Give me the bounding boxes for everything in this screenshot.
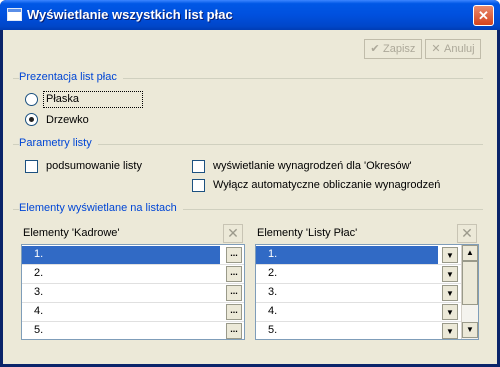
- summary-label[interactable]: podsumowanie listy: [46, 160, 142, 172]
- delete-icon: ✕: [461, 225, 473, 241]
- row-browse-button[interactable]: ...: [226, 323, 242, 339]
- row-number: 5.: [268, 324, 278, 336]
- row-browse-button[interactable]: ...: [226, 285, 242, 301]
- row-dropdown-button[interactable]: ▼: [442, 266, 458, 282]
- dialog-window: Wyświetlanie wszystkich list płac ✕ ✔ Zap…: [0, 0, 500, 367]
- window-icon: [7, 8, 22, 21]
- close-button[interactable]: ✕: [473, 5, 494, 26]
- table-row[interactable]: 5.: [256, 322, 438, 339]
- row-number: 2.: [268, 267, 278, 279]
- table-row[interactable]: 1.: [22, 246, 220, 264]
- auto-calc-checkbox[interactable]: [192, 179, 205, 192]
- elements-group-label: Elementy wyświetlane na listach: [19, 202, 183, 214]
- cancel-button[interactable]: ✕ Anuluj: [425, 39, 481, 59]
- row-dropdown-button[interactable]: ▼: [442, 323, 458, 339]
- payroll-elements-title: Elementy 'Listy Płac': [257, 227, 358, 239]
- row-browse-button[interactable]: ...: [226, 266, 242, 282]
- flat-radio[interactable]: [25, 93, 38, 106]
- row-number: 3.: [34, 286, 44, 298]
- table-row[interactable]: 1.: [256, 246, 438, 264]
- row-dropdown-button[interactable]: ▼: [442, 285, 458, 301]
- scroll-thumb[interactable]: [462, 261, 478, 305]
- payroll-scrollbar[interactable]: ▲ ▼: [461, 245, 478, 339]
- row-dropdown-button[interactable]: ▼: [442, 247, 458, 263]
- row-number: 4.: [268, 305, 278, 317]
- payroll-elements-grid[interactable]: 1. ▼ 2. ▼ 3. ▼ 4. ▼ 5. ▼ 6. ▲ ▼: [255, 244, 479, 340]
- row-number: 1.: [268, 248, 278, 260]
- row-number: 3.: [268, 286, 278, 298]
- row-number: 2.: [34, 267, 44, 279]
- table-row[interactable]: 4.: [22, 303, 220, 321]
- table-row[interactable]: 3.: [22, 284, 220, 302]
- table-row[interactable]: 2.: [256, 265, 438, 283]
- params-group-label: Parametry listy: [19, 137, 98, 149]
- tree-radio-label[interactable]: Drzewko: [46, 114, 89, 126]
- table-row[interactable]: 4.: [256, 303, 438, 321]
- presentation-group-label: Prezentacja list płac: [19, 71, 123, 83]
- row-number: 4.: [34, 305, 44, 317]
- periods-checkbox[interactable]: [192, 160, 205, 173]
- tree-radio[interactable]: [25, 113, 38, 126]
- row-number: 1.: [34, 248, 44, 260]
- summary-checkbox[interactable]: [25, 160, 38, 173]
- cancel-label: Anuluj: [444, 43, 475, 55]
- row-number: 5.: [34, 324, 44, 336]
- delete-icon: ✕: [227, 225, 239, 241]
- row-browse-button[interactable]: ...: [226, 304, 242, 320]
- scroll-down-arrow[interactable]: ▼: [462, 322, 478, 338]
- table-row[interactable]: 3.: [256, 284, 438, 302]
- payroll-delete-button[interactable]: ✕: [457, 224, 477, 243]
- auto-calc-label[interactable]: Wyłącz automatyczne obliczanie wynagrodz…: [213, 179, 440, 191]
- scroll-up-arrow[interactable]: ▲: [462, 245, 478, 261]
- flat-radio-label[interactable]: Płaska: [46, 93, 79, 105]
- periods-label[interactable]: wyświetlanie wynagrodzeń dla 'Okresów': [213, 160, 412, 172]
- table-row[interactable]: 5.: [22, 322, 220, 339]
- table-row[interactable]: 2.: [22, 265, 220, 283]
- dialog-body: ✔ Zapisz ✕ Anuluj Prezentacja list płac Pł…: [3, 30, 497, 364]
- hr-delete-button[interactable]: ✕: [223, 224, 243, 243]
- row-browse-button[interactable]: ...: [226, 247, 242, 263]
- hr-elements-grid[interactable]: 1. ... 2. ... 3. ... 4. ... 5. ...: [21, 244, 245, 340]
- save-label: Zapisz: [383, 43, 416, 55]
- row-dropdown-button[interactable]: ▼: [442, 304, 458, 320]
- hr-elements-title: Elementy 'Kadrowe': [23, 227, 120, 239]
- window-title: Wyświetlanie wszystkich list płac: [27, 7, 233, 22]
- save-button[interactable]: ✔ Zapisz: [364, 39, 422, 59]
- cancel-icon: ✕: [431, 43, 441, 55]
- check-icon: ✔: [370, 43, 380, 55]
- title-bar[interactable]: Wyświetlanie wszystkich list płac ✕: [0, 0, 500, 30]
